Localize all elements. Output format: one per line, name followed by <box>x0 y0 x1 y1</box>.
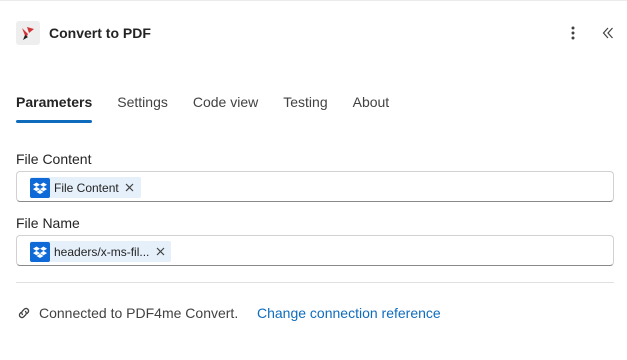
file-name-label: File Name <box>16 215 80 231</box>
more-options-button[interactable] <box>563 23 583 43</box>
change-connection-link[interactable]: Change connection reference <box>257 305 441 321</box>
tab-settings[interactable]: Settings <box>117 92 168 124</box>
pdf4me-logo-icon <box>16 21 40 45</box>
more-vertical-icon <box>571 26 575 40</box>
file-content-label: File Content <box>16 151 92 167</box>
top-border <box>0 0 627 1</box>
tab-code-view[interactable]: Code view <box>193 92 258 124</box>
dropbox-icon <box>30 241 50 262</box>
remove-token-button[interactable] <box>155 247 165 257</box>
link-icon <box>18 307 30 319</box>
chevron-double-left-icon <box>602 27 613 39</box>
dropbox-icon <box>30 177 50 198</box>
collapse-panel-button[interactable] <box>598 23 618 43</box>
remove-token-button[interactable] <box>125 183 135 193</box>
file-content-token[interactable]: File Content <box>30 177 141 198</box>
tab-testing[interactable]: Testing <box>283 92 327 124</box>
file-name-token[interactable]: headers/x-ms-fil... <box>30 241 172 262</box>
tab-bar: Parameters Settings Code view Testing Ab… <box>16 92 414 124</box>
file-name-token-text: headers/x-ms-fil... <box>54 244 150 259</box>
file-content-token-text: File Content <box>54 180 119 195</box>
file-name-input[interactable]: headers/x-ms-fil... <box>16 235 614 266</box>
connection-status: Connected to PDF4me Convert. <box>39 305 239 321</box>
file-content-input[interactable]: File Content <box>16 171 614 202</box>
tab-parameters[interactable]: Parameters <box>16 92 93 124</box>
close-icon <box>156 247 165 256</box>
action-title: Convert to PDF <box>49 25 151 41</box>
section-divider <box>16 282 614 283</box>
close-icon <box>125 183 134 192</box>
tab-about[interactable]: About <box>353 92 390 124</box>
